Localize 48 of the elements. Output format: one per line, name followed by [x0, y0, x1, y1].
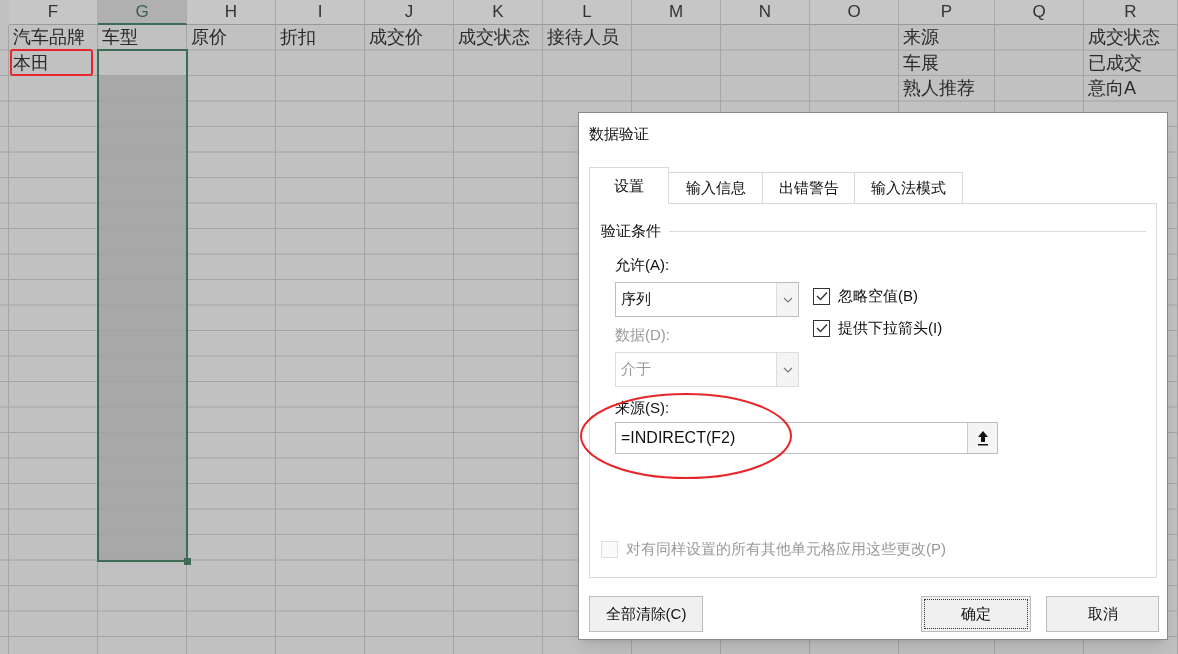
table-cell-text: 意向A: [1087, 77, 1137, 100]
column-header[interactable]: N: [721, 0, 810, 25]
field-label: 数据(D):: [615, 325, 670, 345]
table-cell-text: 本田: [12, 51, 50, 75]
dialog-button[interactable]: 取消: [1046, 596, 1159, 632]
chevron-down-icon: [782, 296, 793, 303]
table-cell-text: 成交价: [368, 26, 424, 49]
table-cell-text: 折扣: [279, 26, 317, 49]
collapse-dialog-icon[interactable]: [976, 430, 989, 446]
column-header[interactable]: K: [454, 0, 543, 25]
checkbox[interactable]: [813, 287, 830, 305]
checkbox[interactable]: [813, 319, 830, 337]
chevron-down-icon: [782, 366, 793, 373]
group-label: 验证条件: [601, 221, 661, 241]
checkbox-label: 提供下拉箭头(I): [838, 317, 943, 338]
column-header[interactable]: J: [365, 0, 454, 25]
column-header[interactable]: Q: [995, 0, 1084, 25]
table-cell-text: 已成交: [1087, 51, 1143, 75]
field-label: 允许(A):: [615, 255, 670, 275]
table-cell-text: 成交状态: [457, 26, 531, 49]
tab[interactable]: 输入法模式: [855, 172, 963, 203]
tab[interactable]: 输入信息: [669, 172, 763, 203]
table-cell-text: 原价: [190, 26, 228, 49]
column-header[interactable]: O: [810, 0, 899, 25]
checkbox-label: 忽略空值(B): [838, 285, 918, 306]
dropdown[interactable]: 序列: [615, 282, 799, 317]
dialog-title: 数据验证: [589, 124, 649, 144]
column-header[interactable]: L: [543, 0, 632, 25]
column-header[interactable]: I: [276, 0, 365, 25]
column-header[interactable]: H: [187, 0, 276, 25]
source-field[interactable]: =INDIRECT(F2): [615, 422, 998, 454]
table-cell-text: 汽车品牌: [12, 26, 86, 49]
tab[interactable]: 设置: [589, 167, 669, 204]
column-header[interactable]: M: [632, 0, 721, 25]
dialog-button[interactable]: 全部清除(C): [589, 596, 703, 632]
column-header[interactable]: F: [9, 0, 98, 25]
table-cell-text: 成交状态: [1087, 26, 1161, 49]
table-cell-text: 熟人推荐: [902, 77, 976, 100]
column-header[interactable]: R: [1084, 0, 1178, 25]
fill-handle[interactable]: [184, 557, 191, 565]
tab[interactable]: 出错警告: [763, 172, 855, 203]
table-cell-text: 接待人员: [546, 26, 620, 49]
column-header[interactable]: P: [899, 0, 995, 25]
table-cell-text: 车型: [101, 26, 139, 49]
dialog-button[interactable]: 确定: [921, 596, 1031, 632]
table-cell-text: 来源: [902, 26, 940, 49]
table-cell-text: 车展: [902, 51, 940, 75]
checkbox-label: 对有同样设置的所有其他单元格应用这些更改(P): [626, 538, 946, 559]
